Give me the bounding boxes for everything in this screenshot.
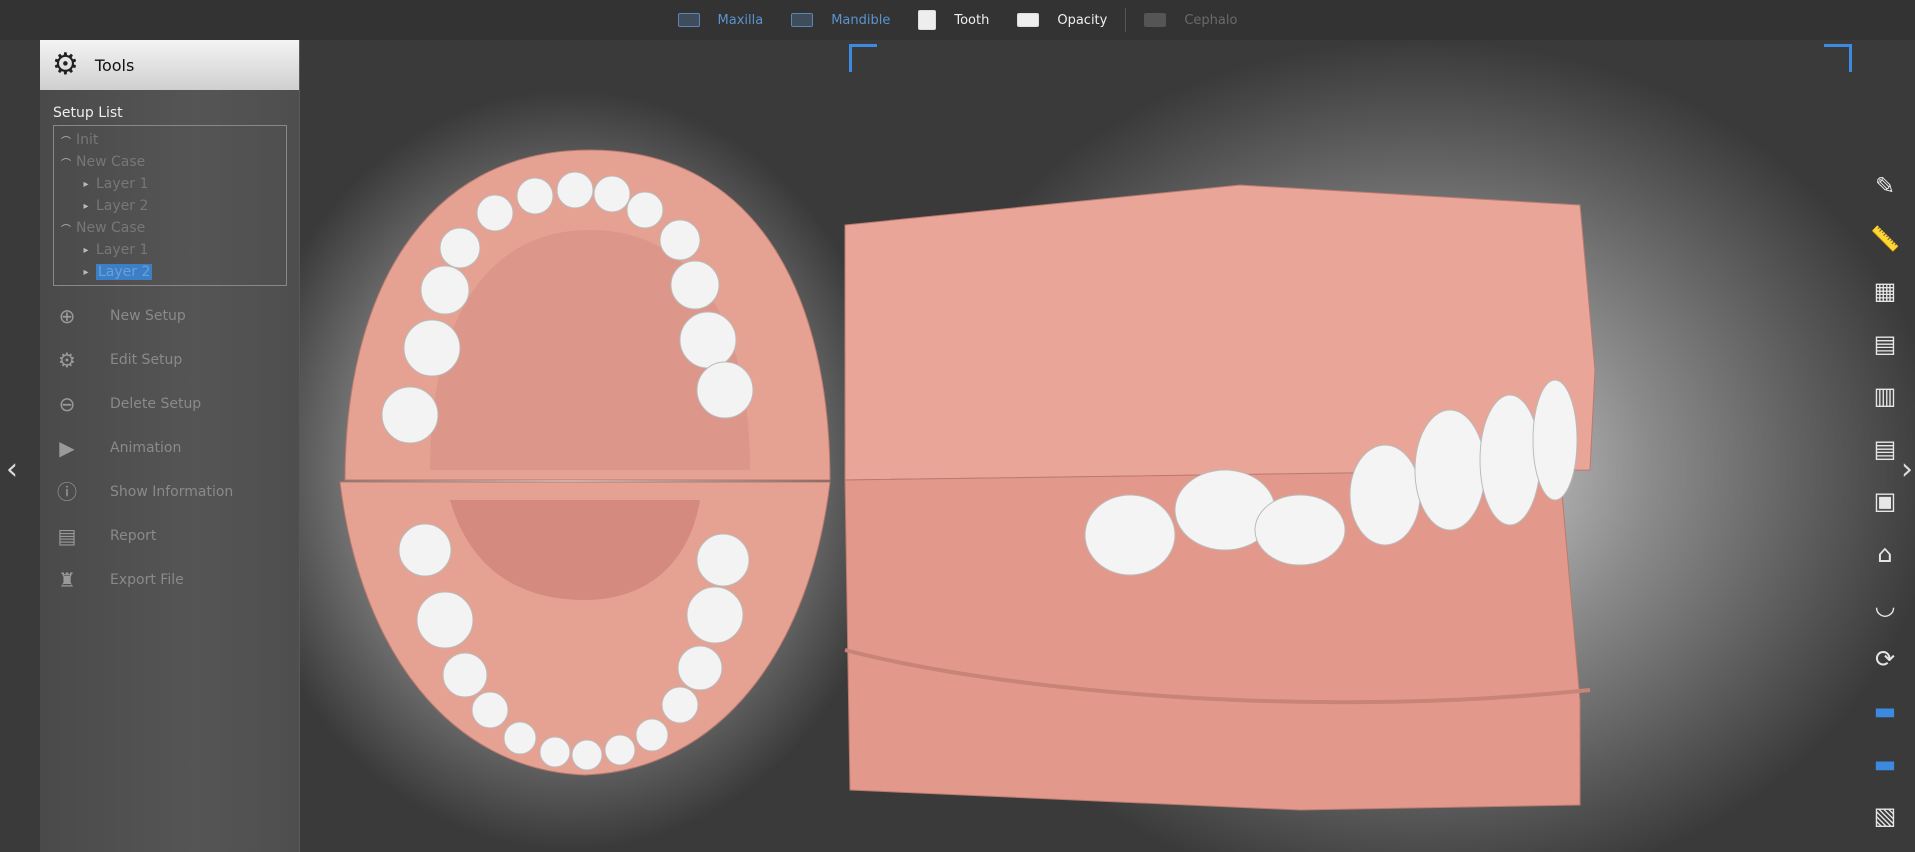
ruler-icon[interactable]: 📏	[1855, 213, 1915, 266]
maxilla-icon	[677, 13, 700, 27]
animation-button[interactable]: ▶ Animation	[40, 426, 299, 470]
bullet-icon: ▸	[83, 266, 89, 278]
tooth-label: Tooth	[954, 12, 990, 28]
tree-item-label: Layer 2	[96, 264, 153, 280]
panel-title: Tools	[94, 55, 135, 75]
chevron-left-icon[interactable]: ‹	[6, 452, 18, 487]
maxilla-label: Maxilla	[717, 12, 764, 28]
tools-panel-header[interactable]: ⚙ Tools	[40, 40, 299, 90]
tree-item-label: Layer 2	[96, 198, 149, 214]
view-back-icon[interactable]: ▣	[1855, 475, 1915, 528]
view-front-icon[interactable]: ▥	[1855, 370, 1915, 423]
tree-item-label: New Case	[76, 154, 146, 170]
new-setup-icon: ⊕	[58, 304, 76, 328]
menu-label: Report	[110, 528, 157, 544]
right-toolbar: ✎ 📏 ▦ ▤ ▥ ▤ ▣ ⌂ ◡ ⟳ ▬ ▬ ▧	[1855, 160, 1915, 843]
bullet-icon: ▸	[83, 200, 89, 212]
new-setup-button[interactable]: ⊕ New Setup	[40, 294, 299, 338]
mandible-occlusal-model	[339, 481, 831, 776]
tools-menu: ⊕ New Setup ⚙ Edit Setup ⊖ Delete Setup ▶ An…	[40, 294, 299, 602]
maxilla-occlusal-model	[344, 149, 831, 481]
gear-icon: ⚙	[52, 47, 79, 82]
delete-setup-icon: ⊖	[58, 392, 76, 416]
arch-icon: ⌒	[61, 136, 71, 148]
mandible-view-icon[interactable]: ▬	[1855, 738, 1915, 791]
viewport-corner-marker	[1824, 44, 1852, 72]
cephalo-icon	[1144, 13, 1167, 27]
edit-setup-button[interactable]: ⚙ Edit Setup	[40, 338, 299, 382]
menu-label: Export File	[110, 572, 184, 588]
tree-item-case[interactable]: ⌒ New Case	[54, 151, 286, 173]
arch-icon: ⌒	[61, 224, 71, 236]
tree-item-label: Init	[76, 132, 99, 148]
opacity-label: Opacity	[1057, 12, 1108, 28]
bullet-icon: ▸	[83, 244, 89, 256]
menu-label: Edit Setup	[110, 352, 183, 368]
view-bottom-icon[interactable]: ◡	[1855, 580, 1915, 633]
export-file-button[interactable]: ♜ Export File	[40, 558, 299, 602]
section-view-icon[interactable]: ▧	[1855, 790, 1915, 843]
lateral-bite-model	[844, 184, 1596, 811]
rotate-icon[interactable]: ⟳	[1855, 633, 1915, 686]
pen-icon[interactable]: ✎	[1855, 160, 1915, 213]
tree-item-init[interactable]: ⌒ Init	[54, 129, 286, 151]
view-right-icon[interactable]: ▤	[1855, 318, 1915, 371]
tree-item-label: Layer 1	[96, 242, 149, 258]
report-button[interactable]: ▤ Report	[40, 514, 299, 558]
delete-setup-button[interactable]: ⊖ Delete Setup	[40, 382, 299, 426]
menu-label: New Setup	[110, 308, 186, 324]
bullet-icon: ▸	[83, 178, 89, 190]
tree-item-label: New Case	[76, 220, 146, 236]
tree-item-label: Layer 1	[96, 176, 149, 192]
opacity-icon	[1017, 13, 1040, 27]
edit-setup-icon: ⚙	[58, 348, 76, 372]
show-information-button[interactable]: ⓘ Show Information	[40, 470, 299, 514]
tooth-icon	[918, 10, 937, 30]
mandible-icon	[791, 13, 814, 27]
arch-icon: ⌒	[61, 158, 71, 170]
grid-icon[interactable]: ▦	[1855, 265, 1915, 318]
toolbar-divider	[1125, 8, 1127, 32]
tree-item-layer[interactable]: ▸ Layer 2	[54, 195, 286, 217]
info-icon: ⓘ	[57, 480, 77, 504]
menu-label: Delete Setup	[110, 396, 202, 412]
tooth-export-icon: ♜	[58, 568, 76, 592]
cephalo-label: Cephalo	[1184, 12, 1238, 28]
tree-item-layer[interactable]: ▸ Layer 1	[54, 239, 286, 261]
setup-list-tree: ⌒ Init ⌒ New Case ▸ Layer 1 ▸ Layer 2 ⌒ New C…	[53, 125, 287, 286]
view-toolbar: Maxilla Mandible Tooth Opacity Cephalo	[0, 0, 1915, 40]
tools-panel: ⚙ Tools Setup List ⌒ Init ⌒ New Case ▸ Layer…	[40, 40, 300, 852]
tree-item-case[interactable]: ⌒ New Case	[54, 217, 286, 239]
document-icon: ▤	[57, 524, 77, 548]
opacity-toggle[interactable]: Opacity	[1017, 13, 1107, 28]
maxilla-view-icon[interactable]: ▬	[1855, 685, 1915, 738]
view-top-icon[interactable]: ⌂	[1855, 528, 1915, 581]
mandible-label: Mandible	[831, 12, 891, 28]
menu-label: Animation	[110, 440, 182, 456]
viewport-corner-marker	[849, 44, 877, 72]
view-left-icon[interactable]: ▤	[1855, 423, 1915, 476]
tree-item-layer-selected[interactable]: ▸ Layer 2	[54, 261, 286, 283]
setup-list-label: Setup List	[53, 105, 123, 121]
film-icon: ▶	[59, 436, 75, 460]
cephalo-toggle[interactable]: Cephalo	[1144, 13, 1237, 28]
maxilla-toggle[interactable]: Maxilla	[677, 12, 764, 28]
menu-label: Show Information	[110, 484, 234, 500]
tooth-toggle[interactable]: Tooth	[918, 10, 989, 30]
tree-item-layer[interactable]: ▸ Layer 1	[54, 173, 286, 195]
mandible-toggle[interactable]: Mandible	[791, 13, 890, 28]
